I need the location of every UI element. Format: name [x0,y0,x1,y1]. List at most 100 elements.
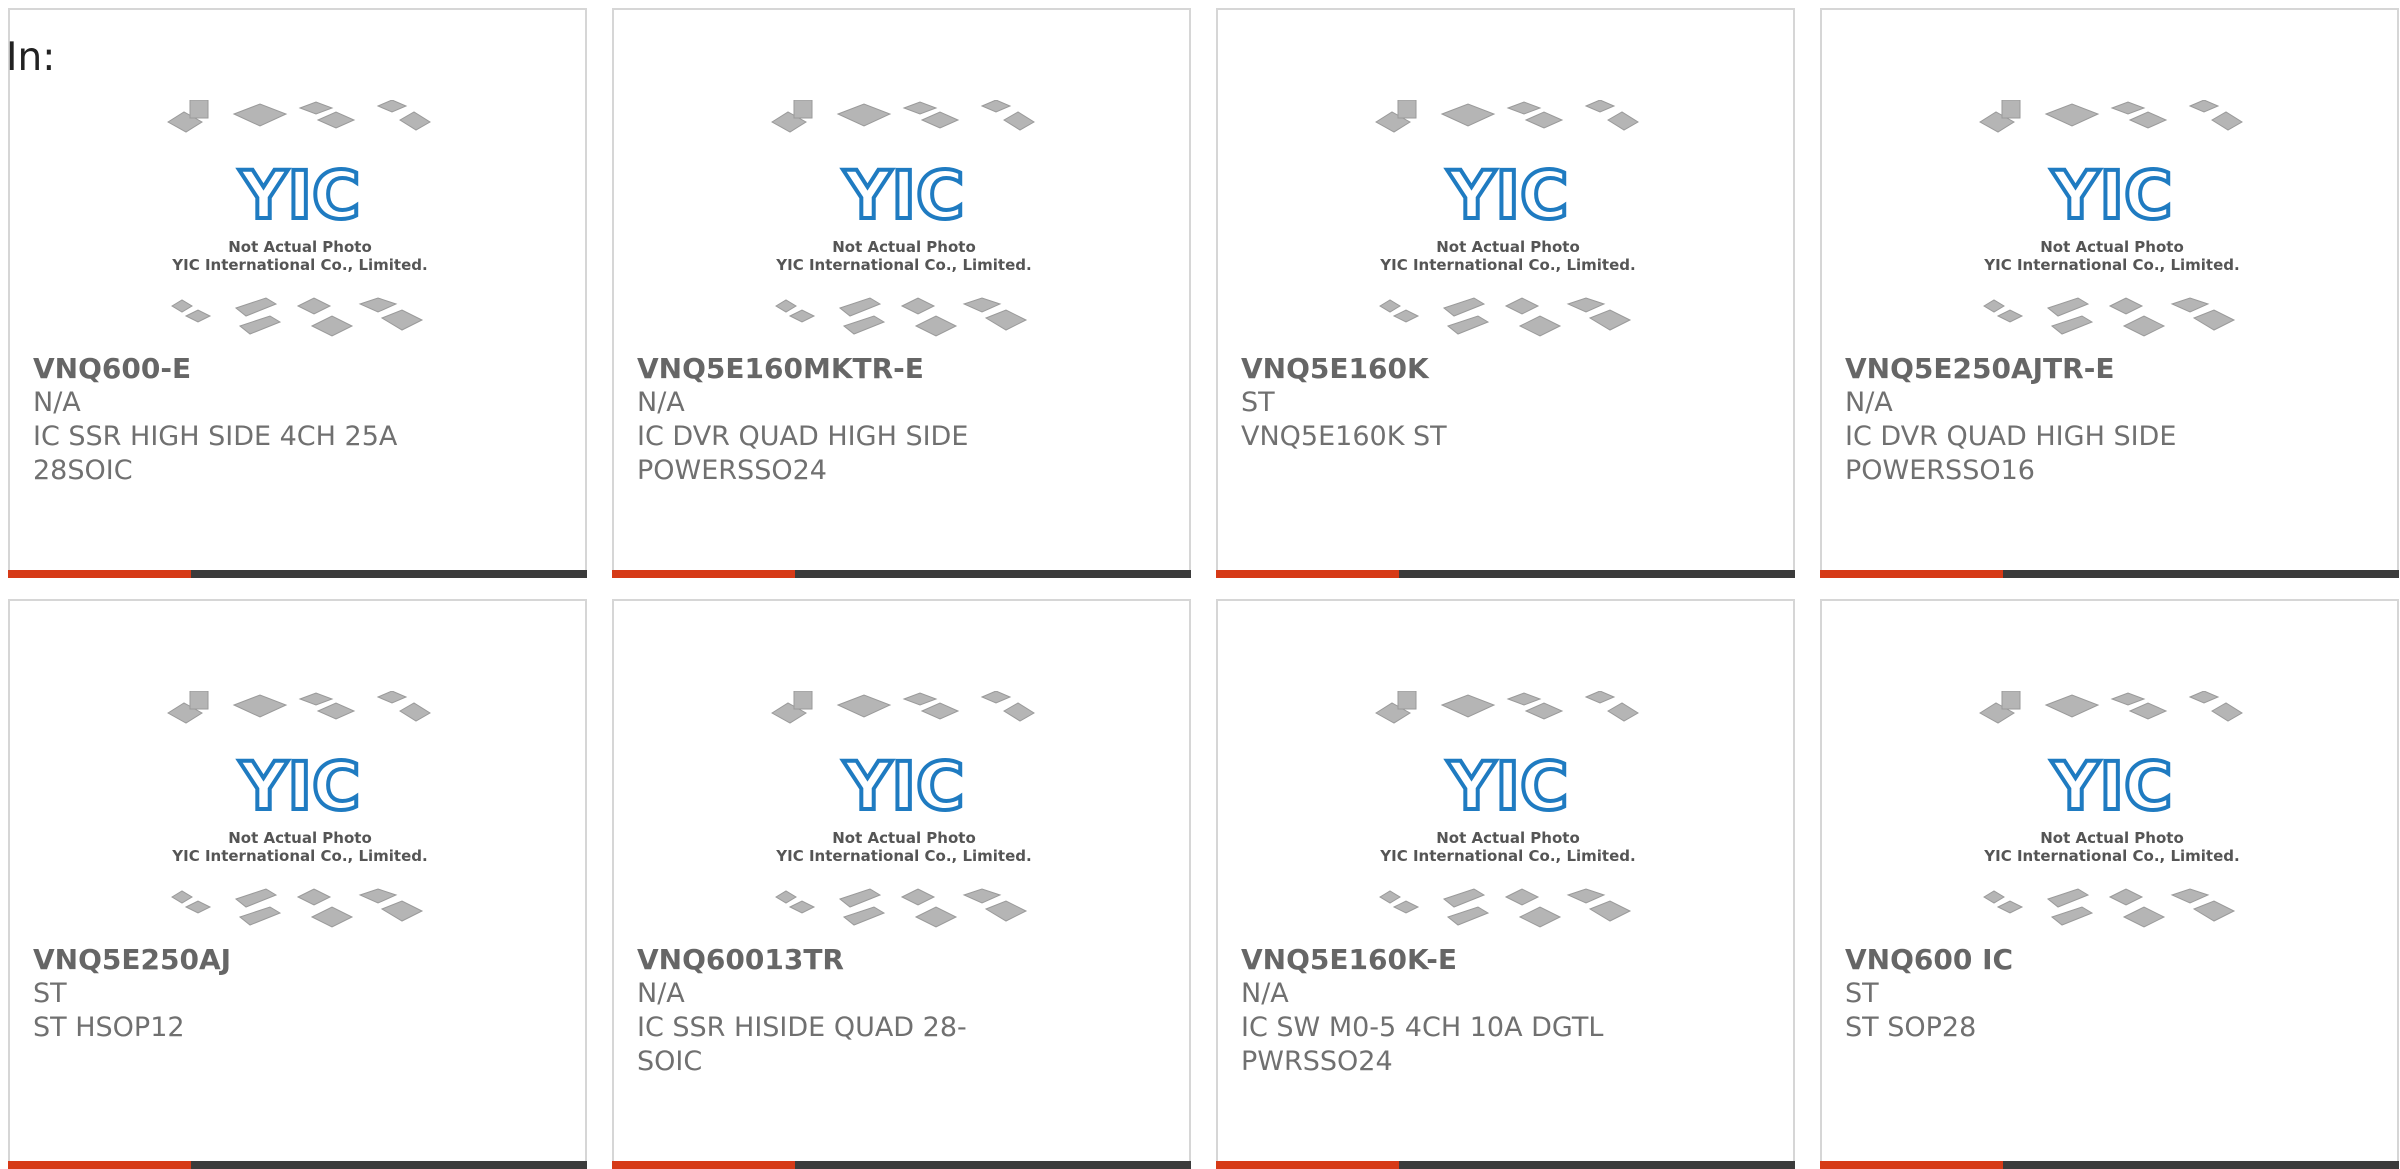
card-bottom-bar [1216,570,1795,578]
chip-shape [2001,691,2021,710]
product-grid: YIC Not Actual Photo YIC International Co.… [8,8,2399,1169]
chip-shape [1607,111,1639,131]
chip-shape [836,103,892,127]
chip-shape [1524,111,1564,129]
bottom-chips [171,297,424,337]
top-chips [1375,100,1639,133]
part-number[interactable]: VNQ5E160MKTR-E [637,352,1169,386]
chip-shape [1440,694,1496,718]
description: VNQ5E160K ST [1241,421,1447,452]
chip-shape [984,900,1028,922]
chip-shape [920,702,960,720]
product-card[interactable]: YIC Not Actual Photo YIC International Co.… [8,599,587,1169]
chip-shape [2050,315,2094,335]
chip-shape [1607,702,1639,722]
chip-shape [2108,297,2144,315]
chip-shape [1588,309,1632,331]
manufacturer: N/A [637,387,685,418]
part-number[interactable]: VNQ5E250AJ [33,943,565,977]
product-card[interactable]: YIC Not Actual Photo YIC International Co.… [612,8,1191,578]
chip-shape [2211,111,2243,131]
part-number[interactable]: VNQ600-E [33,352,565,386]
not-actual-photo-caption: Not Actual Photo [228,829,372,847]
chip-shape [2001,100,2021,119]
chip-shape [2128,702,2168,720]
card-bottom-bar [8,1161,587,1169]
chip-shape [296,888,332,906]
chip-shape [232,103,288,127]
chip-shape [788,309,816,323]
chip-shape [238,906,282,926]
description: IC SSR HIGH SIDE 4CH 25A 28SOIC [33,421,398,486]
chip-shape [1996,309,2024,323]
description: IC SW M0-5 4CH 10A DGTL PWRSSO24 [1241,1012,1604,1077]
chip-shape [1442,297,1486,317]
yic-logo: YIC [2051,157,2173,234]
product-card[interactable]: YIC Not Actual Photo YIC International Co.… [612,599,1191,1169]
chip-shape [980,691,1012,704]
chip-shape [171,299,193,313]
chip-shape [1504,297,1540,315]
yic-logo: YIC [239,748,361,825]
product-image-placeholder: YIC Not Actual Photo YIC International Co.… [1972,100,2252,350]
company-caption: YIC International Co., Limited. [1983,847,2239,865]
description: IC SSR HISIDE QUAD 28-SOIC [637,1012,967,1077]
chip-shape [296,297,332,315]
chip-shape [1506,101,1542,115]
chip-shape [1566,297,1606,313]
not-actual-photo-caption: Not Actual Photo [2040,829,2184,847]
top-chips [167,100,431,133]
top-chips [771,691,1035,724]
part-number[interactable]: VNQ5E160K-E [1241,943,1773,977]
top-chips [1979,100,2243,133]
chip-shape [1983,890,2005,904]
chip-shape [920,111,960,129]
card-bar-accent [8,1161,191,1169]
part-number[interactable]: VNQ600 IC [1845,943,2377,977]
chip-shape [376,691,408,704]
not-actual-photo-caption: Not Actual Photo [832,829,976,847]
chip-shape [298,101,334,115]
chip-shape [2211,702,2243,722]
product-image-placeholder: YIC Not Actual Photo YIC International Co.… [1368,100,1648,350]
bottom-chips [1983,297,2236,337]
top-chips [771,100,1035,133]
bottom-chips [1379,297,1632,337]
product-info: VNQ5E160MKTR-E N/A IC DVR QUAD HIGH SIDE… [637,352,1169,488]
part-number[interactable]: VNQ5E250AJTR-E [1845,352,2377,386]
chip-shape [775,890,797,904]
product-image-placeholder: YIC Not Actual Photo YIC International Co.… [160,100,440,350]
company-caption: YIC International Co., Limited. [1379,847,1635,865]
manufacturer: ST [33,978,67,1009]
product-image-placeholder: YIC Not Actual Photo YIC International Co.… [160,691,440,941]
chip-shape [962,888,1002,904]
not-actual-photo-caption: Not Actual Photo [1436,238,1580,256]
chip-shape [1379,299,1401,313]
card-bottom-bar [8,570,587,578]
card-bar-accent [612,570,795,578]
chip-shape [2192,309,2236,331]
chip-shape [902,692,938,706]
product-card[interactable]: YIC Not Actual Photo YIC International Co.… [1216,8,1795,578]
product-card[interactable]: YIC Not Actual Photo YIC International Co.… [8,8,587,578]
in-label: In: [6,35,56,80]
chip-shape [1003,702,1035,722]
product-card[interactable]: YIC Not Actual Photo YIC International Co.… [1820,8,2399,578]
bottom-chips [171,888,424,928]
chip-shape [962,297,1002,313]
product-card[interactable]: YIC Not Actual Photo YIC International Co.… [1216,599,1795,1169]
chip-shape [399,702,431,722]
chip-shape [2044,694,2100,718]
card-bar-accent [612,1161,795,1169]
chip-shape [184,309,212,323]
card-bottom-bar [612,1161,1191,1169]
chip-shape [1392,900,1420,914]
part-number[interactable]: VNQ60013TR [637,943,1169,977]
chip-shape [902,101,938,115]
chip-shape [1524,702,1564,720]
product-info: VNQ600 IC ST ST SOP28 [1845,943,2377,1045]
bottom-chips [1379,888,1632,928]
chip-shape [1397,100,1417,119]
product-card[interactable]: YIC Not Actual Photo YIC International Co.… [1820,599,2399,1169]
part-number[interactable]: VNQ5E160K [1241,352,1773,386]
